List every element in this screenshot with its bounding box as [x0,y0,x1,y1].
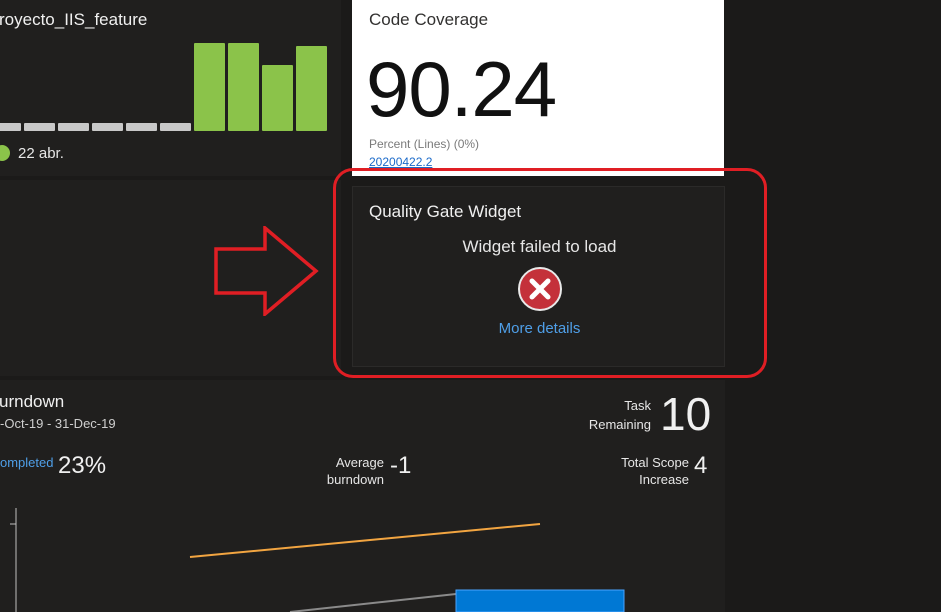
remaining-work-bar [455,589,625,612]
burndown-date-range: -Oct-19 - 31-Dec-19 [0,416,116,431]
build-bar[interactable] [194,43,225,131]
task-remaining-label: Task Remaining [588,398,651,432]
build-bar[interactable] [126,123,157,131]
build-bar[interactable] [228,43,259,131]
build-bar[interactable] [0,123,21,131]
coverage-build-link[interactable]: 20200422.2 [369,155,432,169]
build-bar[interactable] [92,123,123,131]
build-bar[interactable] [262,65,293,131]
burndown-title: urndown [0,392,65,411]
code-coverage-widget[interactable]: Code Coverage 90.24 Percent (Lines) (0%)… [352,0,724,176]
scope-increase-label: Total Scope Increase [621,455,689,487]
scope-increase-value: 4 [694,452,708,479]
build-bar[interactable] [160,123,191,131]
arrow-right-icon [214,226,319,316]
total-scope-line [189,523,541,558]
task-remaining-value: 10 [660,388,712,440]
coverage-subtitle: Percent (Lines) (0%) [369,137,480,151]
completed-label: ompleted [0,455,54,470]
build-bar[interactable] [24,123,55,131]
average-burndown-value: -1 [390,452,412,479]
build-history-widget[interactable]: royecto_IIS_feature 22 abr. [0,0,341,176]
build-bar[interactable] [296,46,327,131]
average-burndown-label: Average burndown [326,455,384,487]
completed-value: 23% [58,452,107,479]
ideal-trend-line [289,593,457,612]
sprint-burndown-widget[interactable]: urndown -Oct-19 - 31-Dec-19 ompleted 23%… [0,380,725,612]
build-date: 22 abr. [18,145,64,162]
coverage-value: 90.24 [366,45,557,133]
coverage-title: Code Coverage [369,10,489,29]
build-bar[interactable] [58,123,89,131]
success-status-icon [0,145,10,161]
highlight-box [333,168,767,378]
build-title: royecto_IIS_feature [0,10,148,29]
burndown-chart [10,508,625,612]
